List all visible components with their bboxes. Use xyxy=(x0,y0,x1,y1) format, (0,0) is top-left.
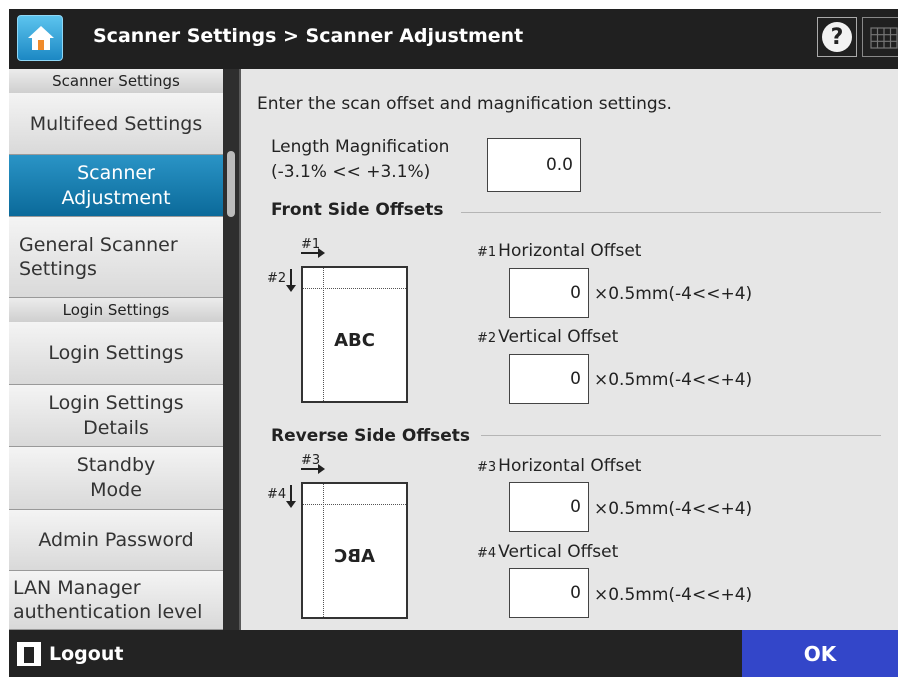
header-bar: Scanner Settings > Scanner Adjustment ? xyxy=(9,9,898,69)
sidebar-item-label: Admin Password xyxy=(38,529,194,551)
reverse-horizontal-offset-label: #3 Horizontal Offset xyxy=(477,456,642,476)
sidebar-item-scanner-adjustment[interactable]: Scanner Adjustment xyxy=(9,155,223,217)
paper-text: ABC xyxy=(334,330,375,351)
ok-button[interactable]: OK xyxy=(742,630,898,677)
scrollbar-thumb[interactable] xyxy=(227,151,235,217)
reverse-vertical-offset-label: #4 Vertical Offset xyxy=(477,542,619,562)
front-paper-illustration: ABC xyxy=(301,266,408,403)
reverse-horizontal-offset-input[interactable]: 0 xyxy=(509,482,589,532)
sidebar-item-label: Login Settings Details xyxy=(48,391,184,439)
sidebar-item-general-scanner-settings[interactable]: General Scanner Settings xyxy=(9,217,223,298)
arrow-down-icon xyxy=(286,485,296,508)
instruction-text: Enter the scan offset and magnification … xyxy=(257,94,672,114)
arrow-right-icon xyxy=(301,464,325,474)
length-magnification-label: Length Magnification (-3.1% << +3.1%) xyxy=(271,135,449,185)
reverse-paper-illustration: ABC xyxy=(301,482,408,619)
sidebar-item-lan-manager-auth[interactable]: LAN Manager authentication level xyxy=(9,571,223,630)
front-horizontal-offset-input[interactable]: 0 xyxy=(509,268,589,318)
arrow-right-icon xyxy=(301,248,325,258)
sidebar-item-standby-mode[interactable]: Standby Mode xyxy=(9,447,223,510)
front-side-offsets-title: Front Side Offsets xyxy=(271,200,444,220)
reverse-side-diagram: #3 #4 ABC xyxy=(267,453,427,623)
section-divider xyxy=(481,435,881,436)
diagram-mark-v: #4 xyxy=(267,487,287,502)
front-vertical-offset-input[interactable]: 0 xyxy=(509,354,589,404)
main-panel: Enter the scan offset and magnification … xyxy=(239,69,898,630)
unit-label: ×0.5mm(-4<<+4) xyxy=(594,370,753,390)
app-window: Scanner Settings > Scanner Adjustment ? … xyxy=(9,9,898,677)
sidebar-item-label: Standby Mode xyxy=(76,454,156,501)
sidebar-item-login-settings[interactable]: Login Settings xyxy=(9,322,223,385)
unit-label: ×0.5mm(-4<<+4) xyxy=(594,585,753,605)
sidebar-item-multifeed-settings[interactable]: Multifeed Settings xyxy=(9,93,223,155)
help-icon: ? xyxy=(822,22,852,52)
reverse-vertical-offset-input[interactable]: 0 xyxy=(509,568,589,618)
field-mark: #3 xyxy=(477,460,497,475)
front-side-diagram: #1 #2 ABC xyxy=(267,237,427,407)
keyboard-icon xyxy=(870,27,898,49)
logout-icon xyxy=(17,642,41,666)
sidebar-item-label: Login Settings xyxy=(48,342,184,364)
field-mark: #1 xyxy=(477,245,497,260)
sidebar-item-label: Multifeed Settings xyxy=(29,112,203,135)
logout-button[interactable]: Logout xyxy=(17,639,123,669)
unit-label: ×0.5mm(-4<<+4) xyxy=(594,284,753,304)
sidebar-group-login-settings: Login Settings xyxy=(9,298,223,322)
sidebar-item-label: General Scanner Settings xyxy=(19,234,178,280)
length-magnification-range: (-3.1% << +3.1%) xyxy=(271,162,431,182)
home-button[interactable] xyxy=(17,15,63,61)
reverse-side-offsets-title: Reverse Side Offsets xyxy=(271,426,470,446)
sidebar-item-label: Scanner Adjustment xyxy=(61,161,171,209)
home-icon xyxy=(28,26,54,50)
keyboard-button[interactable] xyxy=(862,17,898,57)
page-title: Scanner Settings > Scanner Adjustment xyxy=(93,25,524,47)
front-vertical-offset-label: #2 Vertical Offset xyxy=(477,327,619,347)
sidebar-item-login-settings-details[interactable]: Login Settings Details xyxy=(9,385,223,447)
sidebar-item-admin-password[interactable]: Admin Password xyxy=(9,510,223,571)
sidebar-item-label: LAN Manager authentication level xyxy=(13,577,203,623)
logout-label: Logout xyxy=(49,643,124,665)
sidebar-scrollbar[interactable] xyxy=(225,69,239,630)
field-mark: #4 xyxy=(477,546,497,561)
section-divider xyxy=(461,212,881,213)
arrow-down-icon xyxy=(286,269,296,292)
sidebar-group-scanner-settings: Scanner Settings xyxy=(9,69,223,93)
help-button[interactable]: ? xyxy=(817,17,857,57)
diagram-mark-v: #2 xyxy=(267,271,287,286)
length-magnification-title: Length Magnification xyxy=(271,137,450,157)
footer-bar: Logout OK xyxy=(9,630,898,677)
front-horizontal-offset-label: #1 Horizontal Offset xyxy=(477,241,642,261)
length-magnification-input[interactable]: 0.0 xyxy=(487,138,581,192)
unit-label: ×0.5mm(-4<<+4) xyxy=(594,499,753,519)
field-mark: #2 xyxy=(477,331,497,346)
paper-text-mirrored: ABC xyxy=(334,546,375,567)
sidebar: Scanner Settings Multifeed Settings Scan… xyxy=(9,69,239,630)
